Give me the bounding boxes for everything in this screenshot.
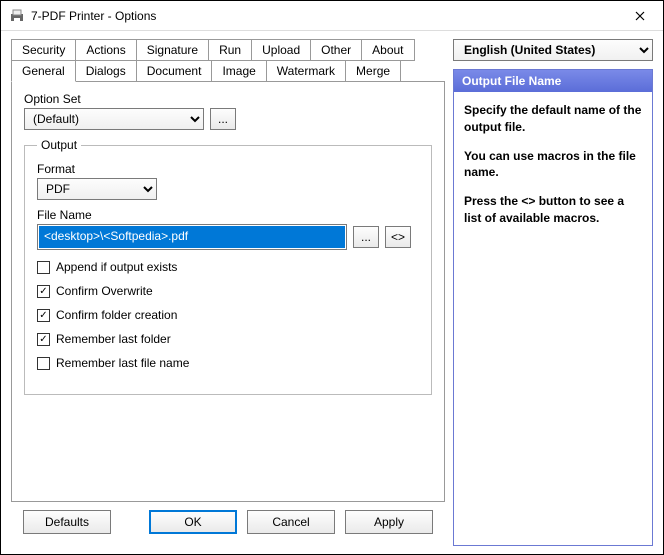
filename-browse-button[interactable]: ... bbox=[353, 226, 379, 248]
checkbox-row: Append if output exists bbox=[37, 260, 419, 274]
checkbox[interactable]: ✓ bbox=[37, 333, 50, 346]
option-set-browse-button[interactable]: ... bbox=[210, 108, 236, 130]
tab-control: SecurityActionsSignatureRunUploadOtherAb… bbox=[11, 39, 445, 82]
close-button[interactable] bbox=[617, 1, 663, 31]
checkbox-row: ✓ Confirm Overwrite bbox=[37, 284, 419, 298]
help-text: Specify the default name of the output f… bbox=[464, 102, 642, 136]
tab-watermark[interactable]: Watermark bbox=[266, 60, 346, 82]
checkbox[interactable] bbox=[37, 357, 50, 370]
language-select[interactable]: English (United States) bbox=[453, 39, 653, 61]
tab-upload[interactable]: Upload bbox=[251, 39, 311, 61]
checkbox-label: Append if output exists bbox=[56, 260, 177, 274]
checkbox-label: Remember last file name bbox=[56, 356, 189, 370]
checkbox[interactable]: ✓ bbox=[37, 285, 50, 298]
cancel-button[interactable]: Cancel bbox=[247, 510, 335, 534]
checkbox-row: Remember last file name bbox=[37, 356, 419, 370]
defaults-button[interactable]: Defaults bbox=[23, 510, 111, 534]
tab-actions[interactable]: Actions bbox=[75, 39, 136, 61]
checkbox-row: ✓ Confirm folder creation bbox=[37, 308, 419, 322]
checkbox-label: Confirm folder creation bbox=[56, 308, 177, 322]
tab-about[interactable]: About bbox=[361, 39, 414, 61]
checkbox-row: ✓ Remember last folder bbox=[37, 332, 419, 346]
help-text: You can use macros in the file name. bbox=[464, 148, 642, 182]
tab-panel-general: Option Set (Default) ... Output Format P… bbox=[11, 81, 445, 502]
help-title: Output File Name bbox=[454, 70, 652, 92]
tab-merge[interactable]: Merge bbox=[345, 60, 401, 82]
format-label: Format bbox=[37, 162, 419, 176]
macro-button[interactable]: <> bbox=[385, 226, 411, 248]
option-set-label: Option Set bbox=[24, 92, 432, 106]
output-group: Output Format PDF File Name <desktop>\<S… bbox=[24, 138, 432, 395]
checkbox[interactable]: ✓ bbox=[37, 309, 50, 322]
tab-dialogs[interactable]: Dialogs bbox=[75, 60, 137, 82]
app-icon bbox=[9, 8, 25, 24]
ok-button[interactable]: OK bbox=[149, 510, 237, 534]
option-set-select[interactable]: (Default) bbox=[24, 108, 204, 130]
format-select[interactable]: PDF bbox=[37, 178, 157, 200]
tab-general[interactable]: General bbox=[11, 60, 76, 82]
titlebar: 7-PDF Printer - Options bbox=[1, 1, 663, 31]
filename-input[interactable]: <desktop>\<Softpedia>.pdf bbox=[39, 226, 345, 248]
checkbox[interactable] bbox=[37, 261, 50, 274]
filename-label: File Name bbox=[37, 208, 419, 222]
tab-security[interactable]: Security bbox=[11, 39, 76, 61]
tab-other[interactable]: Other bbox=[310, 39, 362, 61]
output-legend: Output bbox=[37, 138, 81, 152]
checkbox-label: Remember last folder bbox=[56, 332, 171, 346]
tab-document[interactable]: Document bbox=[136, 60, 213, 82]
window-title: 7-PDF Printer - Options bbox=[31, 9, 617, 23]
help-text: Press the <> button to see a list of ava… bbox=[464, 193, 642, 227]
tab-run[interactable]: Run bbox=[208, 39, 252, 61]
tab-signature[interactable]: Signature bbox=[136, 39, 209, 61]
tab-image[interactable]: Image bbox=[211, 60, 266, 82]
help-panel: Output File Name Specify the default nam… bbox=[453, 69, 653, 546]
apply-button[interactable]: Apply bbox=[345, 510, 433, 534]
checkbox-label: Confirm Overwrite bbox=[56, 284, 153, 298]
